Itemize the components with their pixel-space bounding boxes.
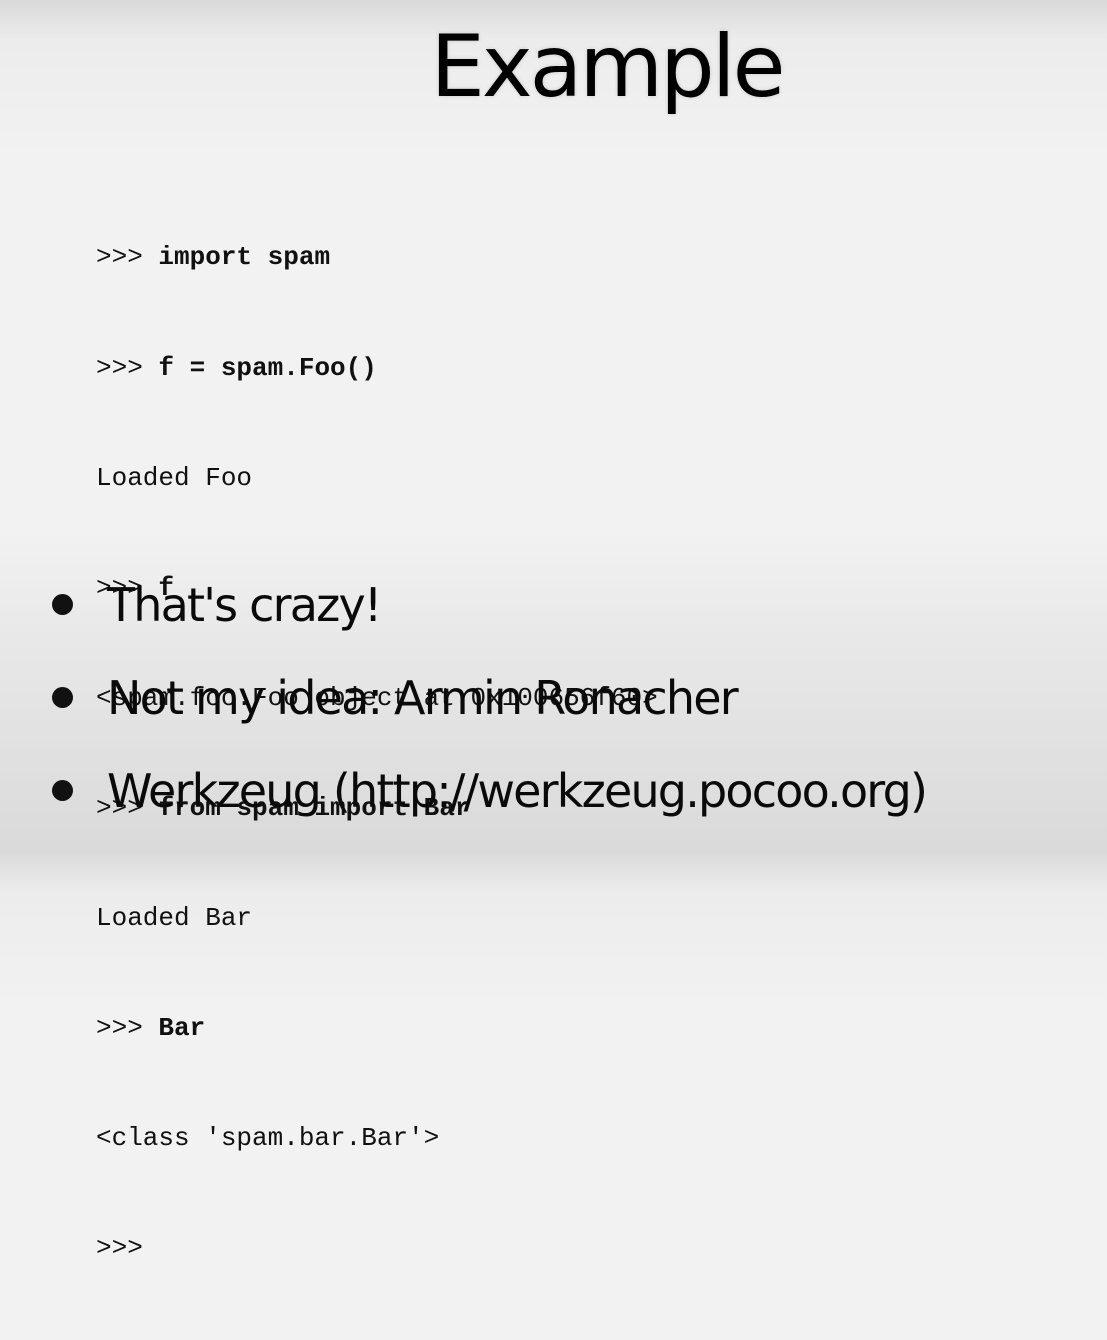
code-output: Loaded Foo xyxy=(96,462,253,493)
code-line: >>> f = spam.Foo() xyxy=(96,350,658,387)
code-prompt: >>> xyxy=(96,1013,159,1044)
bullet-dot-icon xyxy=(52,594,73,615)
code-command: f = spam.Foo() xyxy=(158,352,377,383)
code-line: <class 'spam.bar.Bar'> xyxy=(96,1120,658,1157)
bullet-list: That's crazy! Not my idea: Armin Ronache… xyxy=(52,558,928,837)
code-line: Loaded Bar xyxy=(96,900,658,937)
bullet-dot-icon xyxy=(52,780,73,801)
bullet-dot-icon xyxy=(52,687,73,708)
code-command: Bar xyxy=(158,1013,206,1044)
code-line: >>> xyxy=(96,1230,658,1267)
bullet-text: That's crazy! xyxy=(107,577,382,632)
bullet-text: Werkzeug (http://werkzeug.pocoo.org) xyxy=(107,763,928,818)
slide-title: Example xyxy=(430,17,785,117)
code-output: <class 'spam.bar.Bar'> xyxy=(96,1123,440,1154)
bullet-item: That's crazy! xyxy=(52,558,926,651)
code-output: Loaded Bar xyxy=(96,902,253,933)
bullet-item: Not my idea: Armin Ronacher xyxy=(52,651,926,744)
code-line: Loaded Foo xyxy=(96,460,658,497)
code-line: >>> import spam xyxy=(96,239,658,276)
bullet-text: Not my idea: Armin Ronacher xyxy=(107,670,739,725)
code-prompt: >>> xyxy=(96,1233,143,1264)
code-prompt: >>> xyxy=(96,242,159,273)
slide: Example >>> import spam >>> f = spam.Foo… xyxy=(0,0,1107,1263)
code-line: >>> Bar xyxy=(96,1010,658,1047)
code-command: import spam xyxy=(158,242,331,273)
code-prompt: >>> xyxy=(96,352,159,383)
bullet-item: Werkzeug (http://werkzeug.pocoo.org) xyxy=(52,744,928,837)
